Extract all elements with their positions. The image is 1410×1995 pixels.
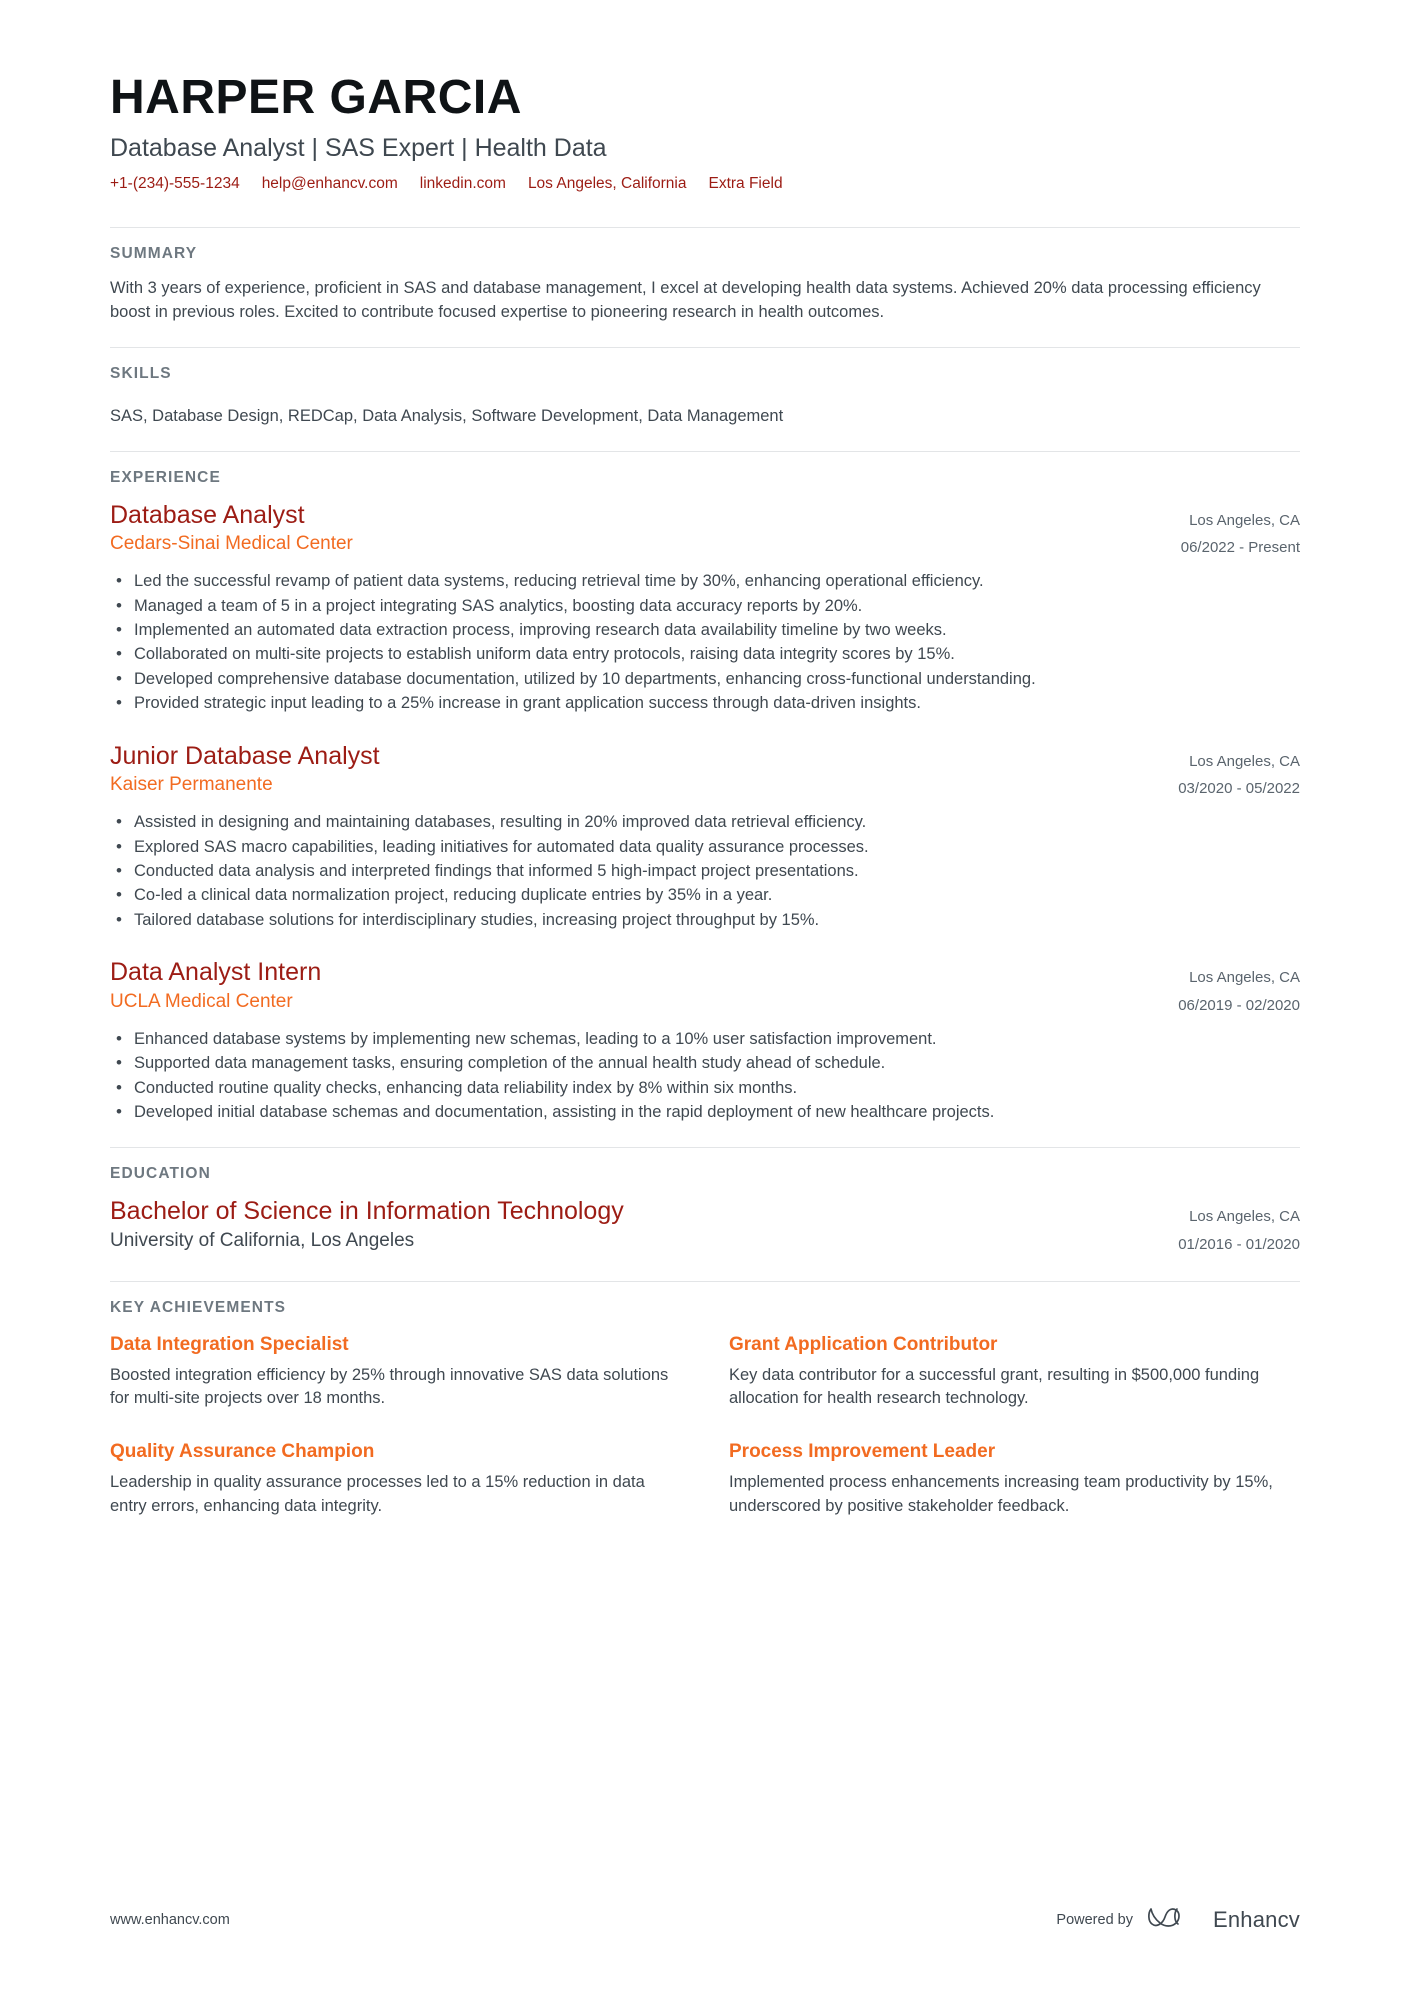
section-divider bbox=[110, 1147, 1300, 1149]
contact-row: +1-(234)-555-1234 help@enhancv.com linkedi… bbox=[110, 173, 1300, 195]
section-title-education: Education bbox=[110, 1165, 211, 1183]
education-entry-meta: Los Angeles, CA 01/2016 - 01/2020 bbox=[1178, 1197, 1300, 1259]
achievement-title: Quality Assurance Champion bbox=[110, 1441, 375, 1463]
achievement-item: Quality Assurance Champion Leadership in … bbox=[110, 1440, 681, 1518]
experience-entry-meta: Los Angeles, CA 03/2020 - 05/2022 bbox=[1178, 742, 1300, 804]
experience-entry-main: Junior Database Analyst Kaiser Permanente bbox=[110, 742, 1178, 798]
job-bullet: Led the successful revamp of patient dat… bbox=[110, 569, 1300, 594]
experience-entry-main: Data Analyst Intern UCLA Medical Center bbox=[110, 958, 1178, 1014]
education-section: Education Bachelor of Science in Informa… bbox=[110, 1125, 1300, 1259]
experience-entry-header: Junior Database Analyst Kaiser Permanente… bbox=[110, 742, 1300, 804]
experience-entry: Database Analyst Cedars-Sinai Medical Cen… bbox=[110, 501, 1300, 716]
resume-header: Harper Garcia Database Analyst | SAS Exp… bbox=[110, 70, 1300, 205]
job-dates: 06/2022 - Present bbox=[1180, 539, 1300, 557]
achievement-title: Data Integration Specialist bbox=[110, 1333, 349, 1355]
skills-section: Skills SAS, Database Design, REDCap, Dat… bbox=[110, 325, 1300, 429]
company-name: UCLA Medical Center bbox=[110, 990, 293, 1012]
job-bullet: Explored SAS macro capabilities, leading… bbox=[110, 835, 1300, 860]
experience-entry-header: Data Analyst Intern UCLA Medical Center Lo… bbox=[110, 958, 1300, 1020]
contact-phone[interactable]: +1-(234)-555-1234 bbox=[110, 173, 240, 195]
job-location: Los Angeles, CA bbox=[1189, 752, 1300, 770]
achievement-description: Implemented process enhancements increas… bbox=[729, 1473, 1273, 1515]
brand-name-label: Enhancv bbox=[1212, 1906, 1300, 1932]
job-dates: 03/2020 - 05/2022 bbox=[1178, 780, 1300, 798]
education-entry-list: Bachelor of Science in Information Techn… bbox=[110, 1197, 1300, 1259]
job-title: Junior Database Analyst bbox=[110, 741, 380, 770]
job-location: Los Angeles, CA bbox=[1189, 969, 1300, 987]
experience-entry-meta: Los Angeles, CA 06/2022 - Present bbox=[1181, 501, 1300, 563]
education-entry-header: Bachelor of Science in Information Techn… bbox=[110, 1197, 1300, 1259]
education-dates: 01/2016 - 01/2020 bbox=[1178, 1236, 1300, 1254]
job-bullet: Assisted in designing and maintaining da… bbox=[110, 810, 1300, 835]
key-achievements-section: Key Achievements Data Integration Specia… bbox=[110, 1259, 1300, 1518]
professional-headline: Database Analyst | SAS Expert | Health D… bbox=[110, 133, 607, 162]
page-title: Harper Garcia bbox=[110, 71, 522, 124]
company-name: Cedars-Sinai Medical Center bbox=[110, 533, 353, 555]
job-bullet: Managed a team of 5 in a project integra… bbox=[110, 594, 1300, 619]
achievement-item: Process Improvement Leader Implemented pr… bbox=[729, 1440, 1300, 1518]
experience-entry: Data Analyst Intern UCLA Medical Center Lo… bbox=[110, 958, 1300, 1124]
job-bullet-list: Led the successful revamp of patient dat… bbox=[110, 569, 1300, 716]
achievement-title: Grant Application Contributor bbox=[729, 1333, 998, 1355]
page-footer: www.enhancv.com Powered by Enhancv bbox=[110, 1902, 1300, 1937]
enhancv-logo-icon bbox=[1147, 1902, 1199, 1937]
achievement-title: Process Improvement Leader bbox=[729, 1441, 996, 1463]
job-bullet-list: Enhanced database systems by implementin… bbox=[110, 1027, 1300, 1125]
experience-entry-main: Database Analyst Cedars-Sinai Medical Cen… bbox=[110, 501, 1181, 557]
job-bullet: Co-led a clinical data normalization pro… bbox=[110, 883, 1300, 908]
footer-website-url[interactable]: www.enhancv.com bbox=[110, 1912, 230, 1928]
job-bullet: Enhanced database systems by implementin… bbox=[110, 1027, 1300, 1052]
job-dates: 06/2019 - 02/2020 bbox=[1178, 997, 1300, 1015]
achievement-item: Data Integration Specialist Boosted integ… bbox=[110, 1333, 681, 1411]
job-bullet: Conducted data analysis and interpreted … bbox=[110, 859, 1300, 884]
skills-list: SAS, Database Design, REDCap, Data Analy… bbox=[110, 406, 784, 425]
job-bullet: Supported data management tasks, ensurin… bbox=[110, 1051, 1300, 1076]
job-bullet: Tailored database solutions for interdis… bbox=[110, 908, 1300, 933]
contact-email[interactable]: help@enhancv.com bbox=[262, 173, 398, 195]
section-title-summary: Summary bbox=[110, 244, 198, 262]
school-name: University of California, Los Angeles bbox=[110, 1229, 415, 1251]
job-bullet: Implemented an automated data extraction… bbox=[110, 618, 1300, 643]
contact-extra-field[interactable]: Extra Field bbox=[708, 173, 782, 195]
summary-text: With 3 years of experience, proficient i… bbox=[110, 278, 1261, 321]
powered-by-label: Powered by bbox=[1056, 1911, 1133, 1928]
job-location: Los Angeles, CA bbox=[1189, 511, 1300, 529]
job-bullet: Developed comprehensive database documen… bbox=[110, 667, 1300, 692]
contact-location[interactable]: Los Angeles, California bbox=[528, 173, 687, 195]
job-bullet: Developed initial database schemas and d… bbox=[110, 1100, 1300, 1125]
experience-entry-header: Database Analyst Cedars-Sinai Medical Cen… bbox=[110, 501, 1300, 563]
resume-page: Harper Garcia Database Analyst | SAS Exp… bbox=[0, 0, 1410, 1995]
school-location: Los Angeles, CA bbox=[1189, 1208, 1300, 1226]
achievements-grid: Data Integration Specialist Boosted integ… bbox=[110, 1331, 1300, 1518]
achievement-description: Leadership in quality assurance processe… bbox=[110, 1473, 645, 1515]
section-title-key-achievements: Key Achievements bbox=[110, 1298, 287, 1316]
education-entry: Bachelor of Science in Information Techn… bbox=[110, 1197, 1300, 1259]
achievement-item: Grant Application Contributor Key data co… bbox=[729, 1333, 1300, 1411]
section-divider bbox=[110, 226, 1300, 228]
achievement-description: Boosted integration efficiency by 25% th… bbox=[110, 1365, 669, 1408]
education-entry-main: Bachelor of Science in Information Techn… bbox=[110, 1197, 1178, 1253]
experience-entry: Junior Database Analyst Kaiser Permanente… bbox=[110, 742, 1300, 933]
job-bullet: Collaborated on multi-site projects to e… bbox=[110, 642, 1300, 667]
experience-section: Experience Database Analyst Cedars-Sinai … bbox=[110, 429, 1300, 1125]
section-divider bbox=[110, 450, 1300, 452]
achievement-description: Key data contributor for a successful gr… bbox=[729, 1365, 1260, 1408]
job-title: Database Analyst bbox=[110, 500, 305, 529]
job-bullet: Conducted routine quality checks, enhanc… bbox=[110, 1076, 1300, 1101]
contact-linkedin[interactable]: linkedin.com bbox=[420, 173, 506, 195]
job-title: Data Analyst Intern bbox=[110, 958, 322, 987]
degree-title: Bachelor of Science in Information Techn… bbox=[110, 1197, 624, 1226]
section-divider bbox=[110, 346, 1300, 348]
experience-entry-meta: Los Angeles, CA 06/2019 - 02/2020 bbox=[1178, 958, 1300, 1020]
experience-entry-list: Database Analyst Cedars-Sinai Medical Cen… bbox=[110, 501, 1300, 1125]
section-divider bbox=[110, 1280, 1300, 1282]
job-bullet: Provided strategic input leading to a 25… bbox=[110, 691, 1300, 716]
section-title-experience: Experience bbox=[110, 468, 221, 486]
footer-brand: Powered by Enhancv bbox=[1056, 1902, 1300, 1937]
job-bullet-list: Assisted in designing and maintaining da… bbox=[110, 810, 1300, 933]
company-name: Kaiser Permanente bbox=[110, 774, 273, 796]
summary-section: Summary With 3 years of experience, prof… bbox=[110, 205, 1300, 325]
section-title-skills: Skills bbox=[110, 364, 172, 382]
